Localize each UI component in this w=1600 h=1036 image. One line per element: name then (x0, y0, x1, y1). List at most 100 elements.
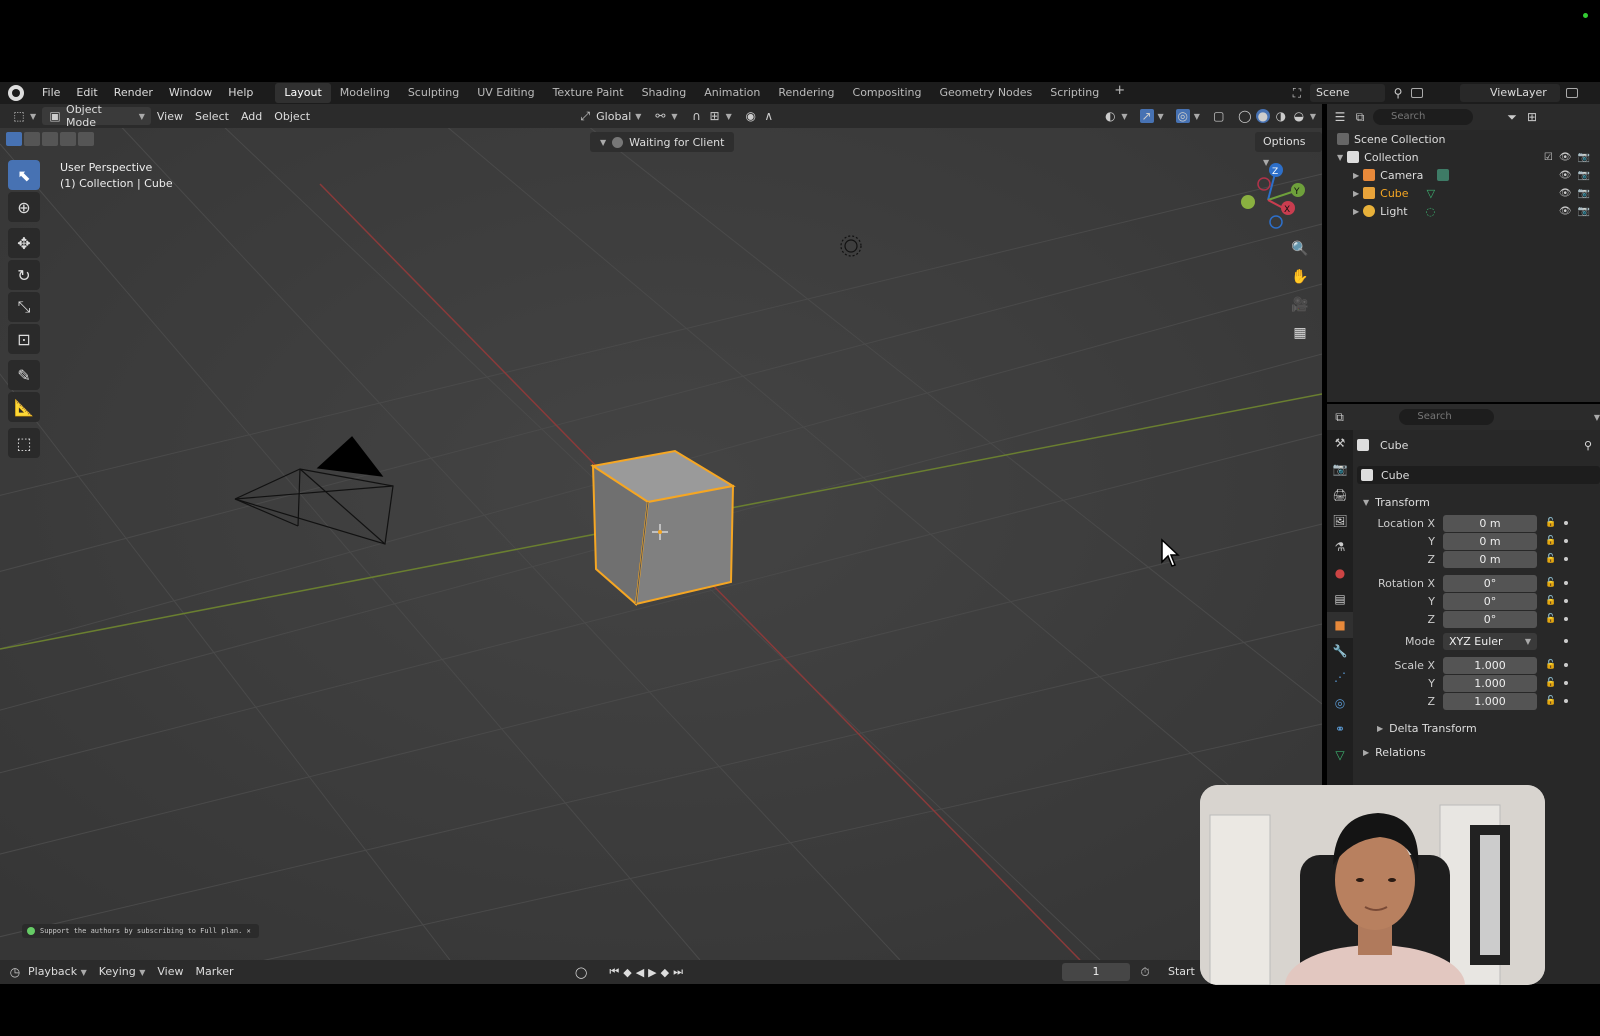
delta-transform-panel[interactable]: ▶ Delta Transform (1357, 716, 1600, 740)
keyframe-dot-icon[interactable] (1564, 617, 1569, 621)
chevron-right-icon[interactable]: ▶ (1353, 171, 1359, 180)
tab-shading[interactable]: Shading (633, 83, 696, 103)
visibility-dropdown[interactable]: ◐ ▼ (1097, 107, 1133, 125)
menu-add[interactable]: Add (235, 107, 268, 125)
collection-row[interactable]: ▼ Collection ☑ 👁 📷 (1327, 148, 1600, 166)
lock-icon[interactable]: 🔓 (1545, 536, 1556, 546)
pin-icon[interactable]: ⚲ (1391, 86, 1405, 100)
properties-search-input[interactable]: Search (1399, 409, 1494, 425)
chevron-right-icon[interactable]: ▶ (1353, 207, 1359, 216)
camera-render-icon[interactable]: 📷 (1578, 152, 1590, 163)
options-dropdown[interactable]: Options ▼ (1255, 132, 1322, 167)
timeline-editor-icon[interactable]: ◷ (8, 965, 22, 979)
keyframe-dot-icon[interactable] (1564, 521, 1569, 525)
select-invert-icon[interactable] (60, 132, 76, 146)
scene-tab-icon[interactable]: ⚗ (1327, 534, 1353, 560)
lock-icon[interactable]: 🔓 (1545, 696, 1556, 706)
lock-icon[interactable]: 🔓 (1545, 660, 1556, 670)
menu-select[interactable]: Select (189, 107, 235, 125)
chevron-right-icon[interactable]: ▶ (1353, 189, 1359, 198)
output-tab-icon[interactable]: 🖨 (1327, 482, 1353, 508)
tab-layout[interactable]: Layout (275, 83, 331, 103)
eye-icon[interactable]: 👁 (1559, 188, 1572, 199)
cube-object[interactable] (590, 449, 736, 607)
new-scene-icon[interactable] (1411, 88, 1423, 98)
new-view-layer-icon[interactable] (1566, 88, 1578, 98)
display-mode-icon[interactable]: ⧉ (1353, 110, 1367, 124)
rotate-tool[interactable]: ↻ (8, 260, 40, 290)
select-new-icon[interactable] (6, 132, 22, 146)
transform-tool[interactable]: ⊡ (8, 324, 40, 354)
modifier-tab-icon[interactable]: 🔧 (1327, 638, 1353, 664)
keyframe-dot-icon[interactable] (1564, 539, 1569, 543)
chevron-down-icon[interactable]: ▼ (1594, 413, 1600, 422)
keyframe-dot-icon[interactable] (1564, 599, 1569, 603)
outliner-item-light[interactable]: ▶ Light ◌ 👁 📷 (1327, 202, 1600, 220)
scale-y-field[interactable]: 1.000 (1443, 674, 1537, 692)
properties-editor-icon[interactable]: ⧉ (1333, 410, 1346, 424)
outliner-search-input[interactable]: Search (1373, 109, 1473, 125)
checkbox-icon[interactable]: ☑ (1544, 152, 1553, 163)
scene-collection-row[interactable]: Scene Collection (1327, 130, 1600, 148)
jump-start-icon[interactable]: ⏮ (609, 965, 619, 979)
solid-shading-icon[interactable]: ● (1255, 109, 1270, 123)
outliner-editor-icon[interactable]: ☰ (1333, 110, 1347, 124)
shading-modes[interactable]: ◯ ● ◑ ◒ ▼ (1232, 107, 1322, 125)
eye-icon[interactable]: 👁 (1559, 152, 1572, 163)
ortho-toggle-button[interactable]: ▦ (1287, 320, 1313, 346)
select-intersect-icon[interactable] (78, 132, 94, 146)
outliner-item-camera[interactable]: ▶ Camera 👁 📷 (1327, 166, 1600, 184)
object-mode-dropdown[interactable]: ▣ Object Mode ▼ (42, 104, 151, 129)
relations-panel[interactable]: ▶ Relations (1357, 740, 1600, 764)
lock-icon[interactable]: 🔓 (1545, 596, 1556, 606)
lock-icon[interactable]: 🔓 (1545, 678, 1556, 688)
pivot-dropdown[interactable]: ⚯ ▼ (647, 107, 683, 125)
select-extend-icon[interactable] (24, 132, 40, 146)
lock-icon[interactable]: 🔓 (1545, 554, 1556, 564)
camera-data-icon[interactable] (1437, 169, 1450, 181)
transform-panel-header[interactable]: ▼ Transform (1357, 490, 1600, 514)
camera-render-icon[interactable]: 📷 (1578, 206, 1590, 217)
scale-tool[interactable]: ⤡ (8, 292, 40, 322)
object-name-field[interactable]: Cube (1357, 466, 1600, 484)
proportional-edit-toggle[interactable]: ◉ ∧ (738, 107, 782, 125)
orientation-dropdown[interactable]: ⤢ Global ▼ (572, 107, 647, 125)
keyframe-dot-icon[interactable] (1564, 557, 1569, 561)
menu-playback[interactable]: Playback ▼ (22, 961, 93, 984)
tool-tab-icon[interactable]: ⚒ (1327, 430, 1353, 456)
rotation-z-field[interactable]: 0° (1443, 610, 1537, 628)
eye-icon[interactable]: 👁 (1559, 170, 1572, 181)
move-tool[interactable]: ✥ (8, 228, 40, 258)
wireframe-shading-icon[interactable]: ◯ (1238, 109, 1252, 123)
close-icon[interactable]: ✕ (247, 927, 251, 935)
rotation-x-field[interactable]: 0° (1443, 574, 1537, 592)
location-x-field[interactable]: 0 m (1443, 514, 1537, 532)
xray-toggle[interactable]: ▢ (1206, 107, 1232, 125)
menu-render[interactable]: Render (106, 82, 161, 104)
jump-end-icon[interactable]: ⏭ (673, 965, 683, 979)
tab-rendering[interactable]: Rendering (769, 83, 843, 103)
camera-view-button[interactable]: 🎥 (1287, 292, 1313, 318)
menu-view[interactable]: View (151, 107, 189, 125)
overlay-toggle[interactable]: ◎ ▼ (1170, 107, 1206, 125)
stopwatch-icon[interactable]: ⏱ (1138, 965, 1152, 979)
tab-uv-editing[interactable]: UV Editing (468, 83, 543, 103)
tab-texture-paint[interactable]: Texture Paint (544, 83, 633, 103)
scale-z-field[interactable]: 1.000 (1443, 692, 1537, 710)
tab-sculpting[interactable]: Sculpting (399, 83, 468, 103)
menu-edit[interactable]: Edit (68, 82, 105, 104)
keyframe-dot-icon[interactable] (1564, 639, 1568, 643)
jump-keyframe-back-icon[interactable]: ◆ (623, 966, 631, 979)
blender-logo-icon[interactable] (8, 85, 24, 101)
new-collection-icon[interactable]: ⊞ (1525, 110, 1539, 124)
physics-tab-icon[interactable]: ◎ (1327, 690, 1353, 716)
light-data-icon[interactable]: ◌ (1426, 205, 1436, 218)
rendered-shading-icon[interactable]: ◒ (1292, 109, 1306, 123)
view-layer-selector[interactable]: ViewLayer (1460, 82, 1578, 104)
measure-tool[interactable]: 📐 (8, 392, 40, 422)
render-tab-icon[interactable]: 📷 (1327, 456, 1353, 482)
tab-scripting[interactable]: Scripting (1041, 83, 1108, 103)
menu-keying[interactable]: Keying ▼ (93, 961, 152, 984)
tab-modeling[interactable]: Modeling (331, 83, 399, 103)
rotation-mode-dropdown[interactable]: XYZ Euler ▼ (1443, 632, 1537, 650)
